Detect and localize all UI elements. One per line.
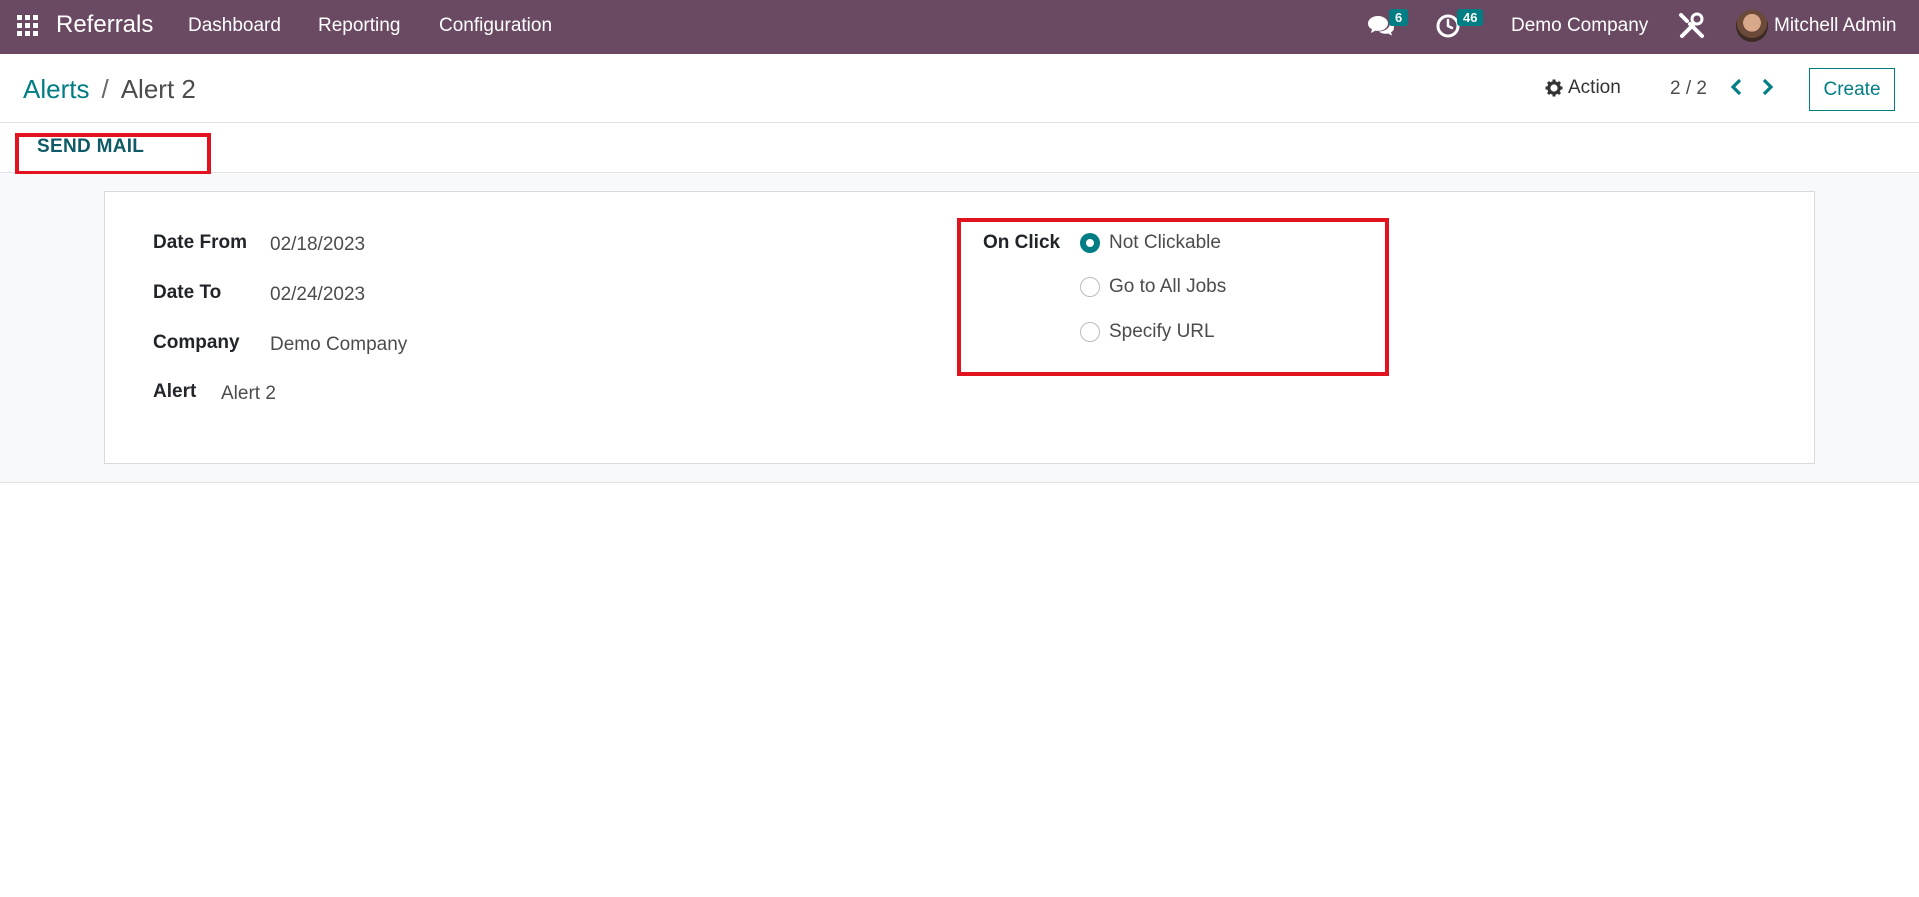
company-field[interactable]: Demo Company [270,334,407,356]
menu-reporting[interactable]: Reporting [318,15,400,37]
top-navbar: Referrals Dashboard Reporting Configurat… [0,0,1919,54]
company-label: Company [153,332,240,353]
form-statusbar: SEND MAIL [0,123,1919,173]
highlight-box-send-mail [15,133,211,175]
company-switcher[interactable]: Demo Company [1511,15,1648,37]
menu-dashboard[interactable]: Dashboard [188,15,281,37]
breadcrumb-current: Alert 2 [120,74,196,104]
date-to-label: Date To [153,282,222,303]
user-avatar[interactable] [1736,10,1768,42]
breadcrumb-separator: / [101,74,109,104]
date-from-field[interactable]: 02/18/2023 [270,234,365,256]
tools-icon[interactable] [1678,12,1706,40]
messages-count-badge: 6 [1389,9,1409,26]
action-label: Action [1568,77,1621,98]
activities-count-badge: 46 [1457,9,1484,26]
gear-icon [1545,79,1563,97]
app-brand[interactable]: Referrals [56,11,153,39]
action-dropdown-button[interactable]: Action [1545,77,1621,99]
alert-label: Alert [153,381,197,402]
apps-menu-icon[interactable] [17,15,38,36]
pager-value[interactable]: 2 / 2 [1670,78,1707,100]
activities-button[interactable]: 46 [1435,9,1491,42]
highlight-box-on-click [957,218,1389,376]
messages-button[interactable]: 6 [1365,9,1415,42]
control-panel: Alerts / Alert 2 Action 2 / 2 Create [0,54,1919,123]
user-menu[interactable]: Mitchell Admin [1774,15,1897,37]
breadcrumb-alerts-link[interactable]: Alerts [23,74,89,104]
breadcrumb: Alerts / Alert 2 [23,74,196,105]
chevron-left-icon[interactable] [1727,76,1747,98]
alert-field[interactable]: Alert 2 [221,383,276,405]
chevron-right-icon[interactable] [1757,76,1777,98]
date-to-field[interactable]: 02/24/2023 [270,284,365,306]
create-button[interactable]: Create [1809,68,1895,111]
date-from-label: Date From [153,232,247,253]
menu-configuration[interactable]: Configuration [439,15,552,37]
